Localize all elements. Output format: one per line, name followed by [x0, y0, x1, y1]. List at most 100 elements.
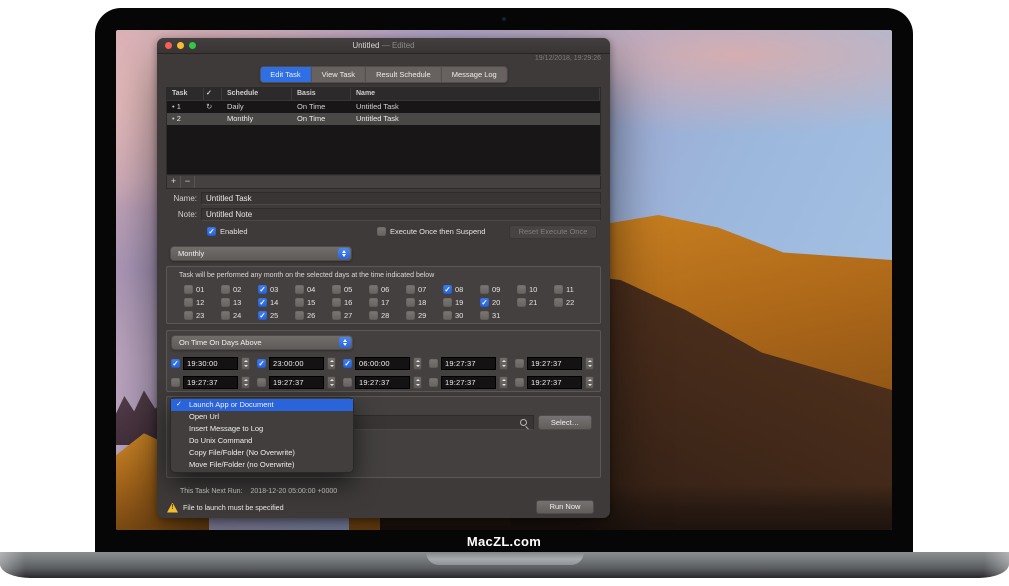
task-note-input[interactable]: Untitled Note	[201, 208, 601, 221]
time-basis-dropdown[interactable]: On Time On Days Above	[171, 335, 353, 350]
time-stepper-icon[interactable]	[499, 357, 508, 370]
day-checkbox-13[interactable]: 13	[221, 296, 258, 309]
time-checkbox-3[interactable]	[343, 359, 352, 368]
time-input-4[interactable]: 19:27:37	[441, 357, 496, 370]
time-input-6[interactable]: 19:27:37	[183, 376, 238, 389]
time-stepper-icon[interactable]	[413, 376, 422, 389]
minimize-button[interactable]	[177, 42, 184, 49]
task-name-input[interactable]: Untitled Task	[201, 192, 601, 205]
time-stepper-icon[interactable]	[499, 376, 508, 389]
column-header-name[interactable]: Name	[351, 88, 600, 100]
time-input-5[interactable]: 19:27:37	[527, 357, 582, 370]
time-input-9[interactable]: 19:27:37	[441, 376, 496, 389]
day-checkbox-31[interactable]: 31	[480, 309, 517, 322]
table-row-task-2[interactable]: • 2MonthlyOn TimeUntitled Task	[167, 113, 600, 125]
tab-view-task[interactable]: View Task	[312, 67, 367, 82]
time-input-8[interactable]: 19:27:37	[355, 376, 410, 389]
time-stepper-icon[interactable]	[585, 357, 594, 370]
day-checkbox-19[interactable]: 19	[443, 296, 480, 309]
checkbox-icon	[332, 311, 341, 320]
column-header-check[interactable]: ✓	[204, 88, 222, 100]
day-checkbox-02[interactable]: 02	[221, 283, 258, 296]
day-checkbox-10[interactable]: 10	[517, 283, 554, 296]
select-file-button[interactable]: Select…	[538, 415, 592, 430]
time-stepper-icon[interactable]	[327, 376, 336, 389]
day-checkbox-25[interactable]: 25	[258, 309, 295, 322]
day-checkbox-11[interactable]: 11	[554, 283, 591, 296]
day-checkbox-27[interactable]: 27	[332, 309, 369, 322]
tab-edit-task[interactable]: Edit Task	[260, 67, 311, 82]
day-checkbox-08[interactable]: 08	[443, 283, 480, 296]
add-task-button[interactable]: +	[167, 176, 181, 188]
day-checkbox-18[interactable]: 18	[406, 296, 443, 309]
execute-once-checkbox[interactable]: Execute Once then Suspend	[377, 225, 485, 237]
time-stepper-icon[interactable]	[327, 357, 336, 370]
run-now-button[interactable]: Run Now	[536, 500, 594, 514]
enabled-checkbox[interactable]: Enabled	[207, 225, 248, 237]
menu-item-launch-app-or-document[interactable]: Launch App or Document	[171, 399, 353, 411]
table-row-task-1[interactable]: • 1↻DailyOn TimeUntitled Task	[167, 101, 600, 113]
column-header-schedule[interactable]: Schedule	[222, 88, 292, 100]
day-checkbox-03[interactable]: 03	[258, 283, 295, 296]
day-checkbox-15[interactable]: 15	[295, 296, 332, 309]
time-checkbox-6[interactable]	[171, 378, 180, 387]
time-input-1[interactable]: 19:30:00	[183, 357, 238, 370]
reset-execute-once-button[interactable]: Reset Execute Once	[509, 225, 597, 239]
column-header-basis[interactable]: Basis	[292, 88, 351, 100]
close-button[interactable]	[165, 42, 172, 49]
day-checkbox-06[interactable]: 06	[369, 283, 406, 296]
time-checkbox-2[interactable]	[257, 359, 266, 368]
menu-item-open-url[interactable]: Open Url	[171, 411, 353, 423]
tab-result-schedule[interactable]: Result Schedule	[366, 67, 442, 82]
checkbox-icon	[295, 285, 304, 294]
day-checkbox-26[interactable]: 26	[295, 309, 332, 322]
day-checkbox-01[interactable]: 01	[184, 283, 221, 296]
day-checkbox-28[interactable]: 28	[369, 309, 406, 322]
day-checkbox-12[interactable]: 12	[184, 296, 221, 309]
menu-item-copy-file-folder-no-overwrite[interactable]: Copy File/Folder (No Overwrite)	[171, 447, 353, 459]
day-checkbox-29[interactable]: 29	[406, 309, 443, 322]
time-checkbox-9[interactable]	[429, 378, 438, 387]
time-checkbox-7[interactable]	[257, 378, 266, 387]
day-checkbox-30[interactable]: 30	[443, 309, 480, 322]
time-checkbox-10[interactable]	[515, 378, 524, 387]
schedule-type-dropdown[interactable]: Monthly	[170, 246, 352, 261]
window-titlebar[interactable]: Untitled — Edited	[157, 38, 610, 54]
time-stepper-icon[interactable]	[413, 357, 422, 370]
day-checkbox-05[interactable]: 05	[332, 283, 369, 296]
time-input-2[interactable]: 23:00:00	[269, 357, 324, 370]
tab-message-log[interactable]: Message Log	[442, 67, 507, 82]
time-stepper-icon[interactable]	[241, 376, 250, 389]
menu-item-insert-message-to-log[interactable]: Insert Message to Log	[171, 423, 353, 435]
time-input-10[interactable]: 19:27:37	[527, 376, 582, 389]
day-checkbox-20[interactable]: 20	[480, 296, 517, 309]
column-header-task[interactable]: Task	[167, 88, 204, 100]
menu-item-move-file-folder-no-overwrite[interactable]: Move File/Folder (no Overwrite)	[171, 459, 353, 471]
time-input-3[interactable]: 06:00:00	[355, 357, 410, 370]
zoom-button[interactable]	[189, 42, 196, 49]
warning-text: File to launch must be specified	[183, 503, 284, 512]
day-checkbox-07[interactable]: 07	[406, 283, 443, 296]
time-stepper-icon[interactable]	[585, 376, 594, 389]
checkbox-icon	[554, 285, 563, 294]
day-checkbox-24[interactable]: 24	[221, 309, 258, 322]
checkbox-icon	[258, 298, 267, 307]
time-stepper-icon[interactable]	[241, 357, 250, 370]
day-checkbox-04[interactable]: 04	[295, 283, 332, 296]
day-checkbox-17[interactable]: 17	[369, 296, 406, 309]
menu-item-do-unix-command[interactable]: Do Unix Command	[171, 435, 353, 447]
time-checkbox-5[interactable]	[515, 359, 524, 368]
day-checkbox-21[interactable]: 21	[517, 296, 554, 309]
remove-task-button[interactable]: −	[181, 176, 195, 188]
time-checkbox-1[interactable]	[171, 359, 180, 368]
day-checkbox-14[interactable]: 14	[258, 296, 295, 309]
checkbox-icon	[258, 285, 267, 294]
day-checkbox-09[interactable]: 09	[480, 283, 517, 296]
time-input-7[interactable]: 19:27:37	[269, 376, 324, 389]
day-checkbox-23[interactable]: 23	[184, 309, 221, 322]
day-checkbox-16[interactable]: 16	[332, 296, 369, 309]
task-table-body[interactable]: • 1↻DailyOn TimeUntitled Task• 2MonthlyO…	[167, 101, 600, 174]
time-checkbox-4[interactable]	[429, 359, 438, 368]
time-checkbox-8[interactable]	[343, 378, 352, 387]
day-checkbox-22[interactable]: 22	[554, 296, 591, 309]
